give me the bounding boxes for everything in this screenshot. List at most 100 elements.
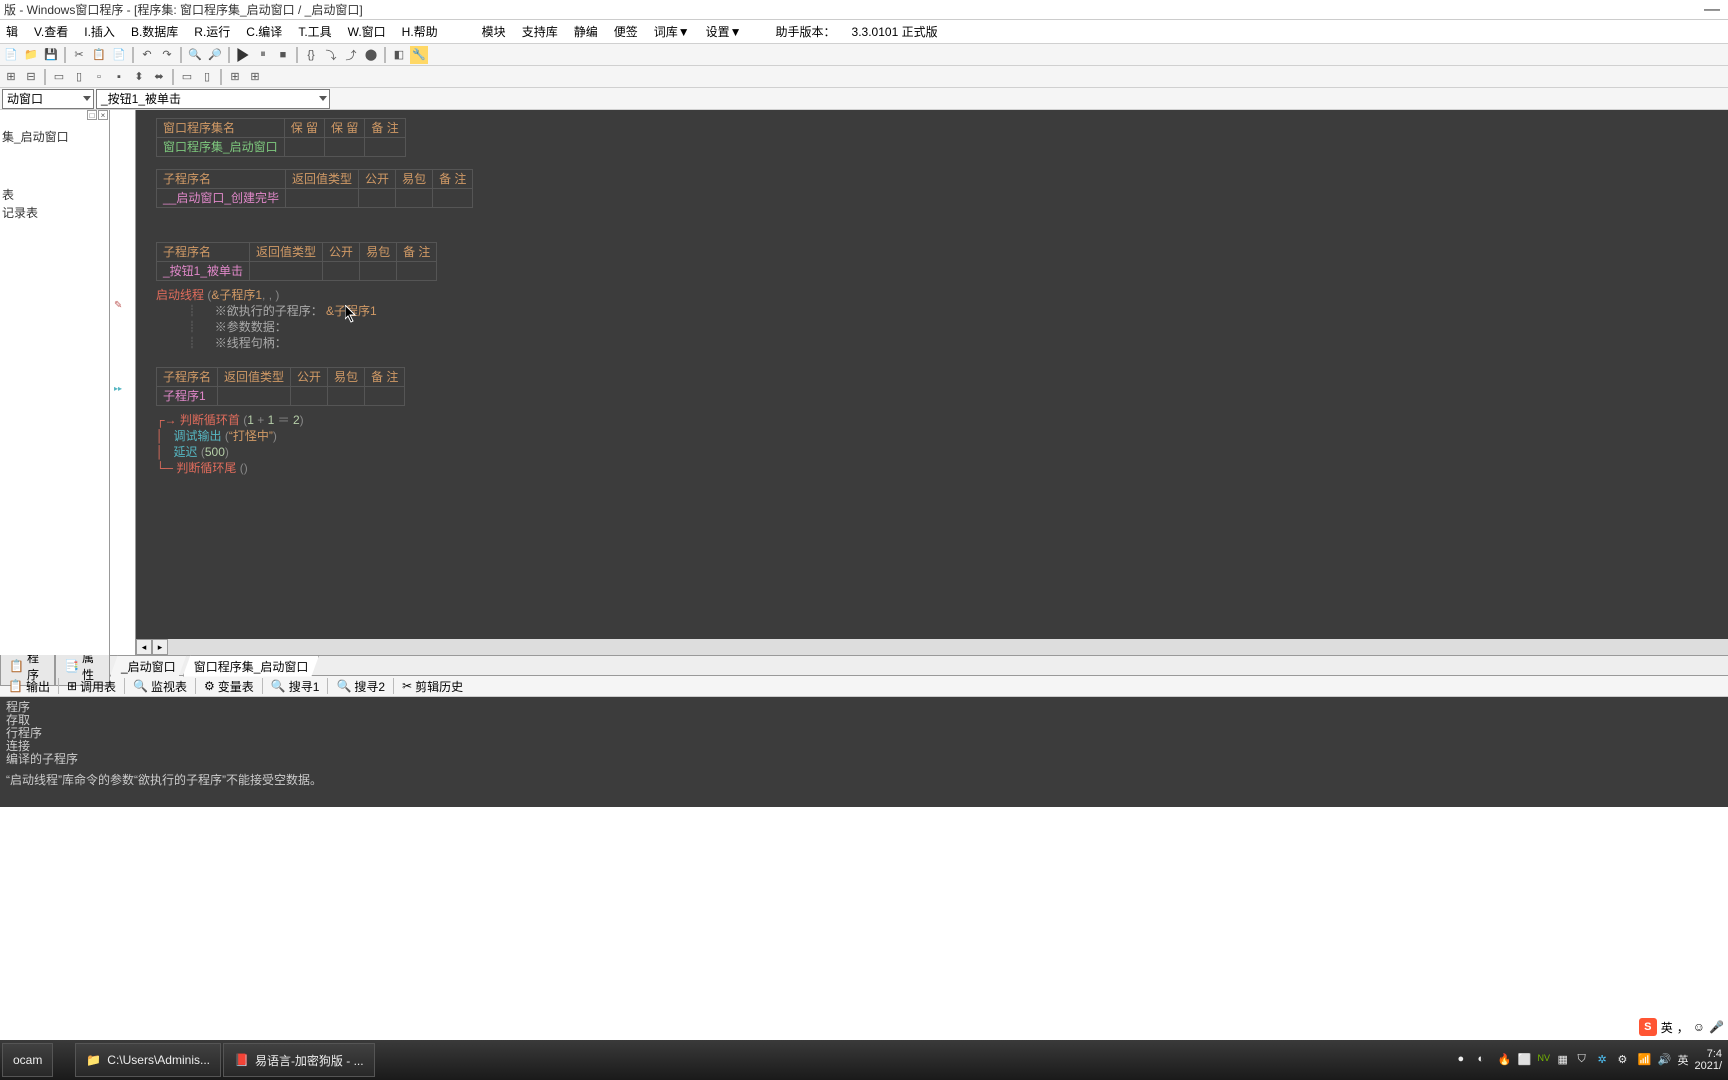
menu-edit[interactable]: 辑	[2, 21, 22, 42]
output-line: 编译的子程序	[6, 753, 1722, 766]
menu-static[interactable]: 静编	[570, 21, 602, 42]
tb-run[interactable]	[234, 46, 252, 64]
tb2-10[interactable]: ▯	[198, 68, 216, 86]
ime-lang[interactable]: 英	[1661, 1019, 1673, 1036]
menu-insert[interactable]: I.插入	[80, 21, 119, 42]
h-scrollbar[interactable]: ◂ ▸	[136, 639, 1728, 655]
otab-watch[interactable]: 🔍监视表	[127, 676, 193, 697]
sep	[172, 69, 174, 85]
otab-cliphistory[interactable]: ✂剪辑历史	[396, 676, 469, 697]
tb-break[interactable]: ⬤	[362, 46, 380, 64]
menu-dict[interactable]: 词库▼	[650, 21, 694, 42]
task-ocam[interactable]: ocam	[2, 1043, 53, 1077]
task-elang[interactable]: 📕易语言-加密狗版 - ...	[223, 1043, 375, 1077]
tb-cut[interactable]: ✂	[70, 46, 88, 64]
tb2-1[interactable]: ⊞	[2, 68, 20, 86]
code-editor[interactable]: ✎ ▸▸ 窗口程序集名保 留保 留备 注 窗口程序集_启动窗口 子程序名返回值类…	[110, 110, 1728, 655]
tray-volume-icon[interactable]: 🔊	[1657, 1053, 1671, 1067]
ime-toolbar[interactable]: S 英 ， ☺ 🎤	[1635, 1016, 1728, 1038]
tray-icon[interactable]: ⚙	[1617, 1053, 1631, 1067]
tb-save[interactable]: 💾	[42, 46, 60, 64]
tree-item-table[interactable]: 表	[2, 186, 107, 204]
scroll-right[interactable]: ▸	[152, 639, 168, 655]
scroll-left[interactable]: ◂	[136, 639, 152, 655]
system-tray[interactable]: ● ◐ 🔥 ⬜ NV ▦ ⛉ ✲ ⚙ 📶 🔊 英 7:4 2021/	[1457, 1048, 1728, 1072]
menu-compile[interactable]: C.编译	[242, 21, 286, 42]
tray-icon[interactable]: ▦	[1557, 1053, 1571, 1067]
output-panel[interactable]: 程序 存取 行程序 连接 编译的子程序 “启动线程”库命令的参数“欲执行的子程序…	[0, 697, 1728, 807]
tb2-7[interactable]: ⬍	[130, 68, 148, 86]
tb-copy[interactable]: 📋	[90, 46, 108, 64]
tb-stepout[interactable]: ⤴	[342, 46, 360, 64]
menu-tools[interactable]: T.工具	[294, 21, 335, 42]
tb-findnext[interactable]: 🔎	[206, 46, 224, 64]
tb-stepin[interactable]: ⤵	[322, 46, 340, 64]
menu-support[interactable]: 支持库	[518, 21, 562, 42]
menu-sticky[interactable]: 便签	[610, 21, 642, 42]
tb2-12[interactable]: ⊞	[246, 68, 264, 86]
tab-progset-startwindow[interactable]: 窗口程序集_启动窗口	[183, 655, 320, 677]
output-line: 程序	[6, 701, 1722, 714]
panel-close[interactable]: ×	[98, 110, 108, 120]
tb-tool1[interactable]: ◧	[390, 46, 408, 64]
tray-nvidia-icon[interactable]: NV	[1537, 1053, 1551, 1067]
otab-find1[interactable]: 🔍搜寻1	[265, 676, 326, 697]
tb-undo[interactable]: ↶	[138, 46, 156, 64]
event-dropdown[interactable]: _按钮1_被单击	[96, 89, 330, 109]
menu-view[interactable]: V.查看	[30, 21, 72, 42]
tb-new[interactable]: 📄	[2, 46, 20, 64]
tb2-4[interactable]: ▯	[70, 68, 88, 86]
menu-run[interactable]: R.运行	[190, 21, 234, 42]
tb-redo[interactable]: ↷	[158, 46, 176, 64]
tray-icon[interactable]: ⬜	[1517, 1053, 1531, 1067]
tb2-9[interactable]: ▭	[178, 68, 196, 86]
tree-item-startwin[interactable]: 集_启动窗口	[2, 128, 107, 146]
otab-vars[interactable]: ⚙变量表	[198, 676, 260, 697]
tb-paste[interactable]: 📄	[110, 46, 128, 64]
ime-mic-icon[interactable]: 🎤	[1709, 1020, 1724, 1034]
code-table-sub2: 子程序名返回值类型公开易包备 注 _按钮1_被单击	[156, 242, 437, 281]
otab-calltable[interactable]: ⊞调用表	[61, 676, 122, 697]
tray-icon[interactable]: 🔥	[1497, 1053, 1511, 1067]
tb-pause[interactable]: ⏸	[254, 46, 272, 64]
tb2-5[interactable]: ▫	[90, 68, 108, 86]
menu-module[interactable]: 模块	[478, 21, 510, 42]
tab-startwindow[interactable]: _启动窗口	[110, 655, 187, 677]
tray-date[interactable]: 2021/	[1694, 1060, 1722, 1072]
sogou-icon[interactable]: S	[1639, 1018, 1657, 1036]
tb-stepover[interactable]: {}	[302, 46, 320, 64]
tray-icon[interactable]: ◐	[1477, 1053, 1491, 1067]
minimize-button[interactable]: —	[1704, 1, 1720, 19]
menu-help[interactable]: H.帮助	[398, 21, 442, 42]
ime-emoji-icon[interactable]: ☺	[1693, 1020, 1705, 1034]
tb-tool2[interactable]: 🔧	[410, 46, 428, 64]
tb2-2[interactable]: ⊟	[22, 68, 40, 86]
tray-time[interactable]: 7:4	[1694, 1048, 1722, 1060]
tb2-6[interactable]: ▪	[110, 68, 128, 86]
tray-icon[interactable]: ●	[1457, 1053, 1471, 1067]
tb-stop[interactable]: ■	[274, 46, 292, 64]
menu-database[interactable]: B.数据库	[127, 21, 182, 42]
tb2-11[interactable]: ⊞	[226, 68, 244, 86]
tb-find[interactable]: 🔍	[186, 46, 204, 64]
tray-lang[interactable]: 英	[1677, 1052, 1688, 1068]
otab-output[interactable]: 📋输出	[2, 676, 56, 697]
tray-icon[interactable]: ⛉	[1577, 1053, 1591, 1067]
menu-window[interactable]: W.窗口	[344, 21, 390, 42]
tray-bluetooth-icon[interactable]: ✲	[1597, 1053, 1611, 1067]
tray-network-icon[interactable]: 📶	[1637, 1053, 1651, 1067]
tb2-3[interactable]: ▭	[50, 68, 68, 86]
menubar: 辑 V.查看 I.插入 B.数据库 R.运行 C.编译 T.工具 W.窗口 H.…	[0, 20, 1728, 44]
panel-pin[interactable]: □	[87, 110, 97, 120]
titlebar: 版 - Windows窗口程序 - [程序集: 窗口程序集_启动窗口 / _启动…	[0, 0, 1728, 20]
tree-item-record[interactable]: 记录表	[2, 204, 107, 222]
object-dropdown[interactable]: 动窗口	[2, 89, 94, 109]
project-tree[interactable]: 集_启动窗口 表 记录表	[0, 124, 109, 226]
tb2-8[interactable]: ⬌	[150, 68, 168, 86]
task-explorer[interactable]: 📁C:\Users\Adminis...	[75, 1043, 221, 1077]
otab-find2[interactable]: 🔍搜寻2	[330, 676, 391, 697]
tb-open[interactable]: 📁	[22, 46, 40, 64]
taskbar[interactable]: ocam 📁C:\Users\Adminis... 📕易语言-加密狗版 - ..…	[0, 1040, 1728, 1080]
code-table-progset: 窗口程序集名保 留保 留备 注 窗口程序集_启动窗口	[156, 118, 406, 157]
menu-settings[interactable]: 设置▼	[702, 21, 746, 42]
